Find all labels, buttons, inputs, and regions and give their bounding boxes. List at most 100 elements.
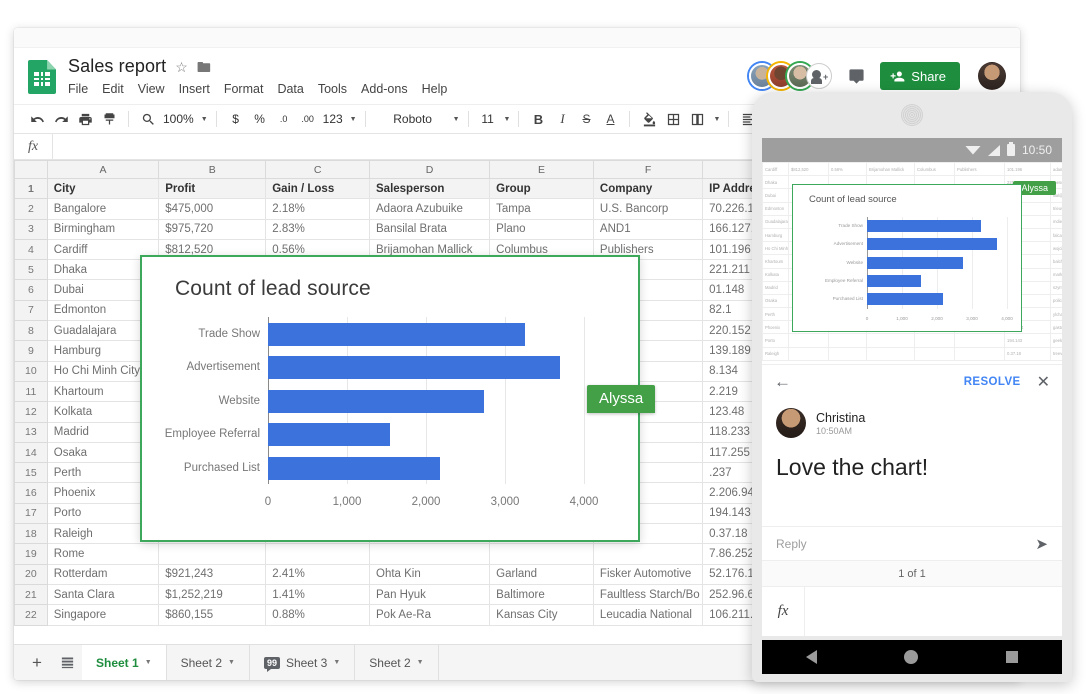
borders-icon[interactable]: [662, 107, 684, 131]
mobile-grid-cell[interactable]: [789, 334, 829, 347]
menu-item-edit[interactable]: Edit: [102, 82, 124, 96]
mobile-spreadsheet[interactable]: Cardiff$812,5200.56%Brijamohan MallickCo…: [762, 162, 1062, 364]
grid-cell[interactable]: Group: [490, 179, 594, 199]
grid-cell[interactable]: 1.41%: [266, 584, 370, 604]
column-header-f[interactable]: F: [593, 161, 702, 179]
grid-cell[interactable]: $860,155: [159, 605, 266, 625]
mobile-grid-cell[interactable]: trieuvar: [1051, 202, 1063, 215]
chart-bar[interactable]: [268, 423, 390, 446]
mobile-grid-cell[interactable]: $812,520: [789, 163, 829, 176]
row-header[interactable]: 5: [15, 260, 48, 280]
grid-cell[interactable]: Anaheim: [490, 625, 594, 626]
grid-cell[interactable]: Sears: [593, 625, 702, 626]
mobile-grid-cell[interactable]: [829, 347, 867, 360]
grid-cell[interactable]: Pok Ae-Ra: [370, 605, 490, 625]
mobile-grid-cell[interactable]: [829, 334, 867, 347]
grid-cell[interactable]: Ohta Kin: [370, 564, 490, 584]
grid-cell[interactable]: Birmingham: [47, 219, 158, 239]
sheet-tab-3[interactable]: 99Sheet 3▼: [250, 645, 355, 681]
percent-format-button[interactable]: %: [249, 107, 271, 131]
star-icon[interactable]: ☆: [175, 60, 188, 74]
menu-item-data[interactable]: Data: [277, 82, 303, 96]
text-color-icon[interactable]: A: [599, 107, 621, 131]
strikethrough-icon[interactable]: S: [575, 107, 597, 131]
all-sheets-icon[interactable]: [52, 648, 82, 678]
chevron-down-icon[interactable]: ▼: [417, 659, 424, 666]
grid-cell[interactable]: Pan Hyuk: [370, 584, 490, 604]
font-size-select[interactable]: 11: [477, 107, 499, 131]
row-header[interactable]: 17: [15, 503, 48, 523]
mobile-grid-cell[interactable]: markjug: [1051, 268, 1063, 281]
chevron-down-icon[interactable]: ▼: [504, 116, 511, 123]
mobile-grid-cell[interactable]: policies(: [1051, 294, 1063, 307]
add-sheet-icon[interactable]: +: [22, 648, 52, 678]
mobile-grid-cell[interactable]: Raleigh: [763, 347, 789, 360]
grid-cell[interactable]: Trondheim: [47, 625, 158, 626]
chevron-down-icon[interactable]: ▼: [201, 116, 208, 123]
row-header[interactable]: 11: [15, 381, 48, 401]
grid-cell[interactable]: [266, 544, 370, 564]
chart-bar[interactable]: [268, 323, 525, 346]
grid-cell[interactable]: 0.88%: [266, 605, 370, 625]
grid-cell[interactable]: Santa Clara: [47, 584, 158, 604]
grid-cell[interactable]: $921,243: [159, 564, 266, 584]
row-header[interactable]: 19: [15, 544, 48, 564]
chevron-down-icon[interactable]: ▼: [333, 659, 340, 666]
grid-cell[interactable]: $975,720: [159, 219, 266, 239]
close-icon[interactable]: ✕: [1037, 372, 1050, 392]
grid-cell[interactable]: AND1: [593, 219, 702, 239]
row-header[interactable]: 20: [15, 564, 48, 584]
mobile-grid-cell[interactable]: Phoenix: [763, 321, 789, 334]
send-icon[interactable]: ➤: [1035, 535, 1048, 553]
chevron-down-icon[interactable]: ▼: [350, 116, 357, 123]
mobile-table-row[interactable]: Cardiff$812,5200.56%Brijamohan MallickCo…: [763, 163, 1063, 176]
grid-cell[interactable]: [159, 544, 266, 564]
row-header[interactable]: 14: [15, 442, 48, 462]
grid-cell[interactable]: 2.37%: [266, 625, 370, 626]
mobile-grid-cell[interactable]: wojciech: [1051, 242, 1063, 255]
grid-cell[interactable]: Rotterdam: [47, 564, 158, 584]
row-header[interactable]: 23: [15, 625, 48, 626]
mobile-formula-input[interactable]: [804, 587, 1062, 636]
mobile-grid-cell[interactable]: Edmonton: [763, 202, 789, 215]
mobile-grid-cell[interactable]: Brijamohan Mallick: [867, 163, 915, 176]
mobile-grid-cell[interactable]: szymans: [1051, 281, 1063, 294]
nav-recents-icon[interactable]: [1006, 651, 1018, 663]
undo-icon[interactable]: [26, 107, 48, 131]
row-header[interactable]: 22: [15, 605, 48, 625]
comments-icon[interactable]: [844, 64, 868, 88]
row-header[interactable]: 6: [15, 280, 48, 300]
grid-cell[interactable]: $1,252,219: [159, 584, 266, 604]
mobile-grid-cell[interactable]: ylchang(: [1051, 308, 1063, 321]
grid-cell[interactable]: Leucadia National: [593, 605, 702, 625]
merge-cells-icon[interactable]: [686, 107, 708, 131]
reply-input-placeholder[interactable]: Reply: [776, 537, 807, 551]
mobile-grid-cell[interactable]: falcao@: [1051, 228, 1063, 241]
mobile-grid-cell[interactable]: Dubai: [763, 189, 789, 202]
paint-format-icon[interactable]: [98, 107, 120, 131]
mobile-grid-cell[interactable]: mdielma: [1051, 215, 1063, 228]
mobile-grid-cell[interactable]: 0.56%: [829, 163, 867, 176]
grid-cell[interactable]: Profit: [159, 179, 266, 199]
grid-cell[interactable]: Garland: [490, 564, 594, 584]
mobile-grid-cell[interactable]: Guadalajara: [763, 215, 789, 228]
grid-cell[interactable]: U.S. Bancorp: [593, 199, 702, 219]
mobile-grid-cell[interactable]: Publishers: [955, 163, 1005, 176]
grid-cell[interactable]: 2.41%: [266, 564, 370, 584]
mobile-grid-cell[interactable]: 0.37.18: [1005, 347, 1051, 360]
corner-select-all[interactable]: [15, 161, 48, 179]
currency-format-button[interactable]: $: [225, 107, 247, 131]
column-header-d[interactable]: D: [370, 161, 490, 179]
grid-cell[interactable]: Adaora Azubuike: [370, 199, 490, 219]
nav-back-icon[interactable]: [806, 650, 817, 664]
grid-cell[interactable]: Bangalore: [47, 199, 158, 219]
mobile-grid-cell[interactable]: [789, 347, 829, 360]
redo-icon[interactable]: [50, 107, 72, 131]
mobile-grid-cell[interactable]: [915, 347, 955, 360]
mobile-grid-cell[interactable]: Hamburg: [763, 228, 789, 241]
menu-item-tools[interactable]: Tools: [318, 82, 347, 96]
mobile-grid-cell[interactable]: Porto: [763, 334, 789, 347]
mobile-grid-cell[interactable]: Khartoum: [763, 255, 789, 268]
row-header[interactable]: 10: [15, 361, 48, 381]
row-header[interactable]: 12: [15, 402, 48, 422]
